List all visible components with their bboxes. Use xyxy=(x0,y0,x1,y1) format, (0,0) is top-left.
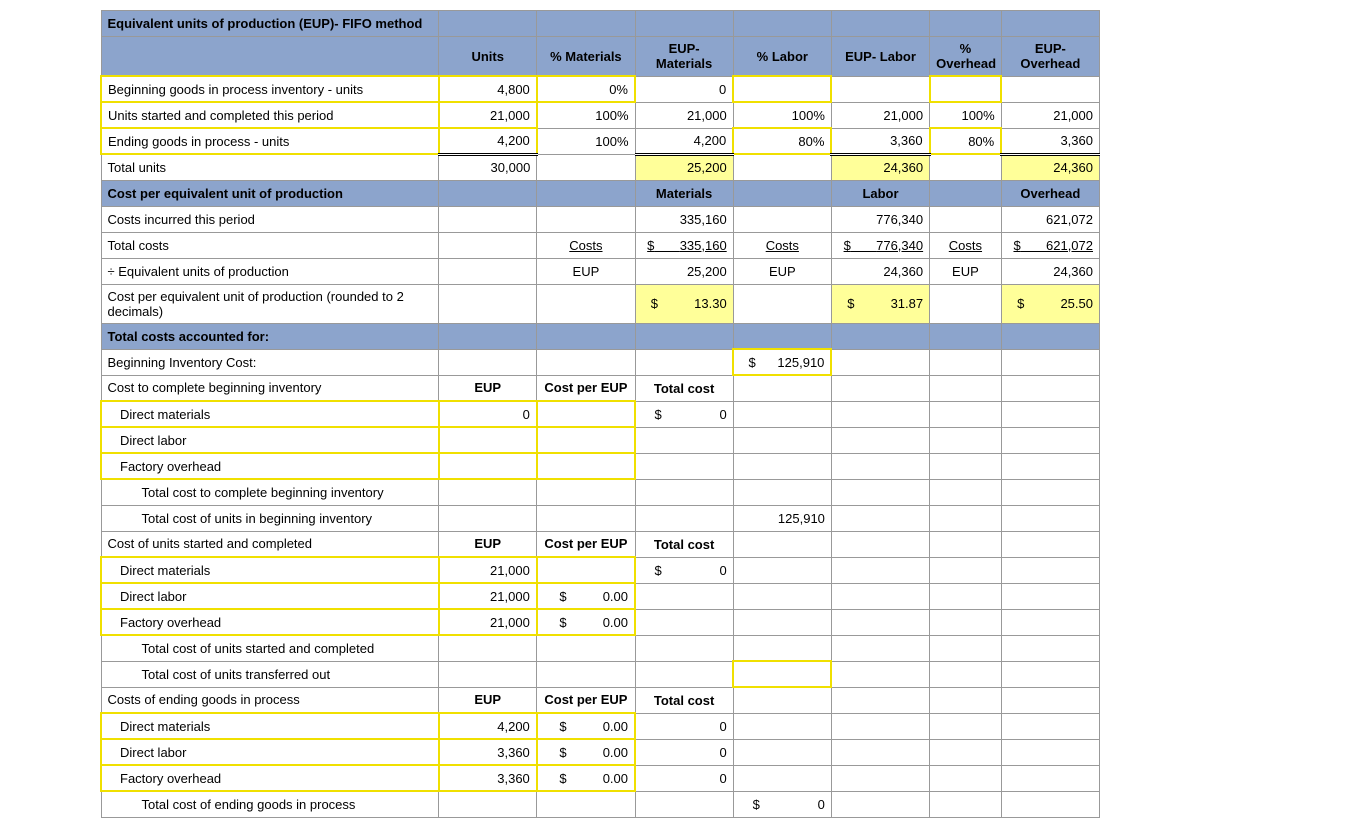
hdr-pct-lab: % Labor xyxy=(733,37,831,77)
title: Equivalent units of production (EUP)- FI… xyxy=(101,11,439,37)
row-started: Units started and completed this period … xyxy=(101,102,1100,128)
row-ending: Ending goods in process - units 4,200 10… xyxy=(101,128,1100,154)
row-acct-header: Total costs accounted for: xyxy=(101,323,1100,349)
row-sfoh: Factory overhead 21,000 $ 0.00 xyxy=(101,609,1100,635)
row-sdl: Direct labor 21,000 $ 0.00 xyxy=(101,583,1100,609)
row-div-eup: ÷ Equivalent units of production EUP 25,… xyxy=(101,258,1100,284)
row-edm: Direct materials 4,200 $ 0.00 0 xyxy=(101,713,1100,739)
fifo-eup-table: Equivalent units of production (EUP)- FI… xyxy=(100,10,1100,818)
title-row: Equivalent units of production (EUP)- FI… xyxy=(101,11,1100,37)
row-dl: Direct labor xyxy=(101,427,1100,453)
row-edl: Direct labor 3,360 $ 0.00 0 xyxy=(101,739,1100,765)
hdr-eup-mat: EUP- Materials xyxy=(635,37,733,77)
row-tot-end: Total cost of ending goods in process $ … xyxy=(101,791,1100,817)
row-cost-per-eup: Cost per equivalent unit of production (… xyxy=(101,284,1100,323)
row-efoh: Factory overhead 3,360 $ 0.00 0 xyxy=(101,765,1100,791)
row-beg-inv: Beginning goods in process inventory - u… xyxy=(101,76,1100,102)
row-costs-incurred: Costs incurred this period 335,160 776,3… xyxy=(101,206,1100,232)
row-compl-beg-hdr: Cost to complete beginning inventory EUP… xyxy=(101,375,1100,401)
hdr-pct-mat: % Materials xyxy=(537,37,635,77)
row-sdm: Direct materials 21,000 $ 0 xyxy=(101,557,1100,583)
row-started-compl-hdr: Cost of units started and completed EUP … xyxy=(101,531,1100,557)
header-row: Units % Materials EUP- Materials % Labor… xyxy=(101,37,1100,77)
row-tot-started: Total cost of units started and complete… xyxy=(101,635,1100,661)
hdr-pct-oh: % Overhead xyxy=(930,37,1002,77)
hdr-eup-lab: EUP- Labor xyxy=(831,37,929,77)
row-tot-transferred: Total cost of units transferred out xyxy=(101,661,1100,687)
hdr-eup-oh: EUP- Overhead xyxy=(1001,37,1099,77)
row-dm: Direct materials 0 $ 0 xyxy=(101,401,1100,427)
row-total-units: Total units 30,000 25,200 24,360 24,360 xyxy=(101,154,1100,180)
row-tot-beg-inv: Total cost of units in beginning invento… xyxy=(101,505,1100,531)
row-foh: Factory overhead xyxy=(101,453,1100,479)
row-total-costs: Total costs Costs $ 335,160 Costs $ 776,… xyxy=(101,232,1100,258)
row-cpeu-header: Cost per equivalent unit of production M… xyxy=(101,180,1100,206)
row-beg-cost: Beginning Inventory Cost: $ 125,910 xyxy=(101,349,1100,375)
row-tot-compl-beg: Total cost to complete beginning invento… xyxy=(101,479,1100,505)
row-end-goods-hdr: Costs of ending goods in process EUP Cos… xyxy=(101,687,1100,713)
hdr-units: Units xyxy=(439,37,537,77)
